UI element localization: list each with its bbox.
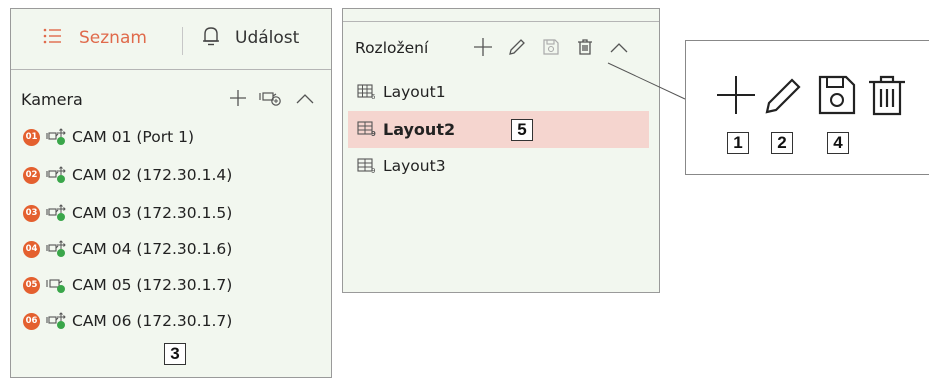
- add-camera-icon[interactable]: [259, 89, 283, 111]
- layout-item[interactable]: 6 Layout1: [357, 77, 446, 107]
- camera-name: CAM 04 (172.30.1.6): [72, 240, 233, 258]
- tab-event-label: Událost: [235, 28, 300, 48]
- tab-event[interactable]: Událost: [201, 23, 299, 53]
- layout-name: Layout1: [383, 83, 446, 101]
- layout-icon: 9: [357, 158, 375, 174]
- callout-label: 1: [727, 132, 749, 154]
- zoomed-icons-box: 1 2 4: [685, 40, 929, 175]
- camera-number-badge: 05: [23, 276, 40, 294]
- camera-row[interactable]: 04 CAM 04 (172.30.1.6): [23, 237, 232, 261]
- camera-move-icon: [46, 204, 66, 221]
- panel-tabs: Seznam Událost: [11, 9, 331, 69]
- camera-icon: [46, 279, 65, 293]
- camera-name: CAM 03 (172.30.1.5): [72, 204, 233, 222]
- layout-icon: 6: [357, 84, 376, 100]
- camera-name: CAM 02 (172.30.1.4): [72, 166, 233, 184]
- camera-number-badge: 03: [23, 204, 40, 222]
- camera-move-icon: [46, 240, 66, 257]
- camera-row[interactable]: 02 CAM 02 (172.30.1.4): [23, 163, 232, 187]
- divider: [11, 69, 331, 70]
- tab-list[interactable]: Seznam: [41, 23, 147, 53]
- save-icon[interactable]: [541, 37, 561, 61]
- divider: [343, 21, 659, 22]
- camera-move-icon: [46, 312, 66, 329]
- camera-number-badge: 04: [23, 240, 40, 258]
- callout-label: 3: [164, 343, 186, 365]
- callout-label: 2: [771, 132, 793, 154]
- left-panel: Seznam Událost Kamera 01 CAM 01 (Port 1)…: [10, 8, 332, 378]
- camera-move-icon: [46, 166, 66, 183]
- svg-text:9: 9: [371, 167, 375, 174]
- camera-number-badge: 02: [23, 166, 40, 184]
- camera-row[interactable]: 05 CAM 05 (172.30.1.7): [23, 273, 232, 297]
- camera-name: CAM 01 (Port 1): [72, 128, 194, 146]
- layout-name: Layout3: [383, 157, 446, 175]
- camera-row[interactable]: 03 CAM 03 (172.30.1.5): [23, 201, 232, 225]
- tab-list-label: Seznam: [79, 28, 147, 48]
- add-icon[interactable]: [473, 37, 493, 61]
- camera-number-badge: 01: [23, 128, 40, 146]
- layout-panel: Rozložení 6 Layout1 9 Layout2 5 9 Layout…: [342, 8, 660, 293]
- camera-move-icon: [46, 128, 66, 145]
- camera-number-badge: 06: [23, 312, 40, 330]
- camera-section-title: Kamera: [21, 90, 83, 109]
- add-icon[interactable]: [229, 89, 247, 111]
- list-icon: [41, 26, 69, 51]
- callout-label: 4: [827, 132, 849, 154]
- camera-name: CAM 05 (172.30.1.7): [72, 276, 233, 294]
- layout-item[interactable]: 9 Layout2: [357, 114, 455, 144]
- layout-section-title: Rozložení: [355, 39, 429, 57]
- callout-label: 5: [511, 119, 533, 141]
- camera-row[interactable]: 06 CAM 06 (172.30.1.7): [23, 309, 232, 333]
- camera-header-icons: [229, 89, 315, 111]
- tab-separator: [182, 27, 183, 55]
- camera-row[interactable]: 01 CAM 01 (Port 1): [23, 125, 194, 149]
- delete-icon[interactable]: [575, 37, 595, 61]
- edit-icon[interactable]: [507, 37, 527, 61]
- add-icon: [717, 76, 755, 114]
- bell-icon: [201, 25, 221, 52]
- svg-text:6: 6: [371, 93, 376, 100]
- layout-item[interactable]: 9 Layout3: [357, 151, 446, 181]
- layout-name: Layout2: [383, 119, 456, 139]
- save-icon: [818, 75, 856, 115]
- edit-icon: [765, 78, 801, 114]
- camera-name: CAM 06 (172.30.1.7): [72, 312, 233, 330]
- svg-text:9: 9: [371, 130, 376, 137]
- collapse-icon[interactable]: [295, 91, 315, 110]
- layout-icon: 9: [357, 121, 376, 137]
- delete-icon: [869, 75, 905, 116]
